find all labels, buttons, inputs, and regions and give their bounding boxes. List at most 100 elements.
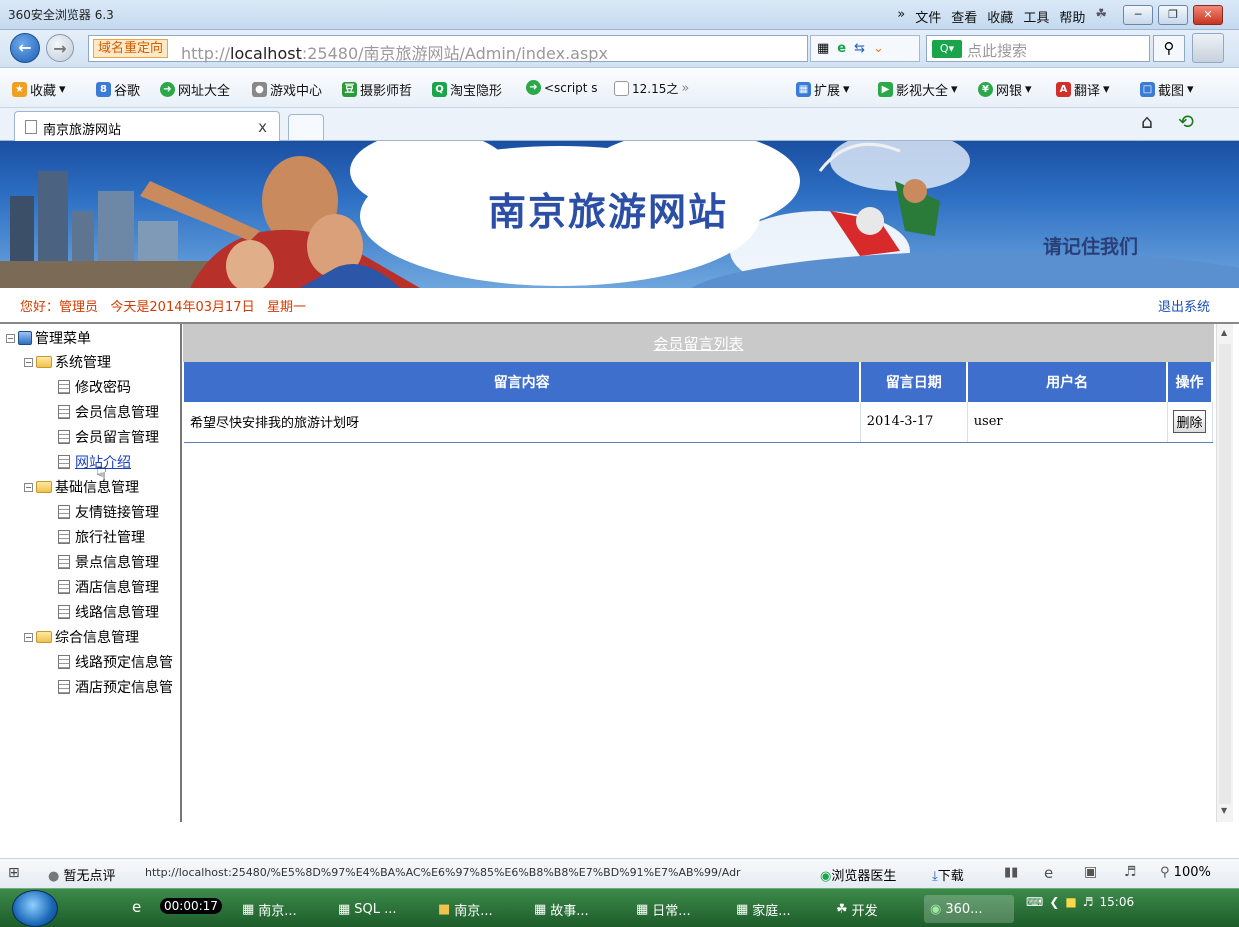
ie-icon[interactable]: e — [1044, 864, 1053, 882]
volume-icon[interactable]: ♬ — [1124, 864, 1137, 880]
delete-button[interactable]: 删除 — [1173, 410, 1206, 434]
back-button[interactable]: ← — [10, 33, 40, 63]
taskbar-item[interactable]: ▦ 故事... — [528, 895, 595, 923]
network-icon[interactable]: ■ — [1065, 895, 1076, 909]
scroll-up-icon[interactable]: ▲ — [1221, 328, 1227, 337]
search-engine-icon[interactable]: Q▾ — [932, 40, 962, 58]
menu-view[interactable]: 查看 — [951, 7, 977, 26]
tree-root[interactable]: − 管理菜单 — [6, 328, 91, 348]
volume-icon[interactable]: ♬ — [1083, 895, 1094, 909]
tree-item-agencies[interactable]: 旅行社管理 — [58, 527, 145, 547]
url-text[interactable]: http://localhost:25480/南京旅游网站/Admin/inde… — [181, 40, 608, 64]
chevron-down-icon[interactable]: ⌄ — [873, 41, 884, 56]
fav-item[interactable]: ★ 收藏 ▾ — [12, 80, 66, 99]
taskbar-item-active[interactable]: ◉ 360... — [924, 895, 1014, 923]
taskbar-item[interactable]: ▦ 南京... — [236, 895, 303, 923]
table-header-row: 留言内容 留言日期 用户名 操作 — [184, 362, 1213, 402]
tree-item-route-bookings[interactable]: 线路预定信息管 — [58, 652, 173, 672]
scroll-thumb[interactable] — [1219, 344, 1231, 804]
collapse-icon[interactable]: − — [6, 333, 15, 343]
taskbar-item[interactable]: ▦ 日常... — [630, 895, 697, 923]
swap-icon[interactable]: ⇆ — [854, 41, 865, 56]
fav-videos[interactable]: ▶ 影视大全 ▾ — [878, 80, 958, 99]
tree-item-change-password[interactable]: 修改密码 — [58, 377, 131, 397]
search-button[interactable]: ⚲ — [1153, 35, 1185, 62]
zoom-level[interactable]: ⚲ 100% — [1160, 865, 1211, 880]
fav-item[interactable]: 8 谷歌 — [96, 80, 140, 99]
search-box[interactable]: Q▾ 点此搜索 — [926, 35, 1150, 62]
list-title[interactable]: 会员留言列表 — [183, 324, 1214, 362]
close-window-button[interactable]: ✕ — [1193, 5, 1223, 25]
menu-favorites[interactable]: 收藏 — [987, 7, 1013, 26]
shirt-icon[interactable]: ☘ — [1095, 7, 1107, 26]
vertical-scrollbar[interactable]: ▲ ▼ — [1216, 324, 1233, 822]
tree-group-system[interactable]: − 系统管理 — [24, 352, 111, 372]
minimize-button[interactable]: ─ — [1123, 5, 1153, 25]
fav-item[interactable]: 豆摄影师哲 — [342, 80, 412, 99]
tree-group-comprehensive[interactable]: − 综合信息管理 — [24, 627, 139, 647]
menu-help[interactable]: 帮助 — [1059, 7, 1085, 26]
user-avatar[interactable] — [1192, 33, 1224, 63]
tree-item-links[interactable]: 友情链接管理 — [58, 502, 159, 522]
scroll-down-icon[interactable]: ▼ — [1221, 806, 1227, 815]
restore-button[interactable]: ❐ — [1158, 5, 1188, 25]
taskbar-item[interactable]: ▦ SQL ... — [332, 895, 403, 923]
qrcode-icon[interactable]: ▦ — [817, 41, 829, 56]
browser-doctor[interactable]: ◉浏览器医生 — [820, 865, 896, 884]
logout-link[interactable]: 退出系统 — [1158, 296, 1210, 315]
taskbar-item[interactable]: ▦ 家庭... — [730, 895, 797, 923]
collapse-icon[interactable]: − — [24, 482, 33, 492]
tree-item-site-intro[interactable]: 网站介绍 — [58, 452, 131, 472]
favorites-bar: ★ 收藏 ▾ 8 谷歌 ➜ 网址大全 ● 游戏中心 豆摄影师哲 Q 淘宝隐形 ➜ <scri… — [0, 68, 1239, 108]
sidebar-toggle-icon[interactable]: ⊞ — [8, 865, 20, 881]
tab-close-icon[interactable]: x — [258, 118, 267, 136]
tree-group-basic[interactable]: − 基础信息管理 — [24, 477, 139, 497]
clock[interactable]: 15:06 — [1100, 895, 1135, 909]
ie-icon[interactable]: e — [132, 898, 141, 916]
tab-active[interactable]: 南京旅游网站 x — [14, 111, 280, 141]
fav-translate[interactable]: A 翻译 ▾ — [1056, 80, 1110, 99]
menu-more[interactable]: » — [897, 7, 905, 26]
fav-item[interactable]: Q 淘宝隐形 — [432, 80, 502, 99]
menu-file[interactable]: 文件 — [915, 7, 941, 26]
fav-screenshot[interactable]: □ 截图 ▾ — [1140, 80, 1194, 99]
google-icon: 8 — [96, 82, 111, 97]
fav-item[interactable]: ➜ 网址大全 — [160, 80, 230, 99]
tree-item-member-messages[interactable]: 会员留言管理 — [58, 427, 159, 447]
undo-close-icon[interactable]: ⟲ — [1178, 111, 1194, 133]
start-button[interactable] — [12, 890, 58, 927]
tree-item-hotel-bookings[interactable]: 酒店预定信息管 — [58, 677, 173, 697]
document-icon — [58, 555, 70, 569]
collapse-icon[interactable]: − — [24, 632, 33, 642]
keyboard-icon[interactable]: ⌨ — [1026, 895, 1043, 909]
taskbar-item[interactable]: ☘ 开发 — [830, 895, 884, 923]
tree-item-routes[interactable]: 线路信息管理 — [58, 602, 159, 622]
address-bar[interactable]: 域名重定向 http://localhost:25480/南京旅游网站/Admi… — [88, 35, 808, 64]
chevron-left-icon[interactable]: ❮ — [1049, 895, 1059, 909]
window-icon[interactable]: ▣ — [1084, 864, 1097, 880]
download-button[interactable]: ⤓下载 — [932, 865, 964, 884]
pause-icon[interactable]: ▮▮ — [1004, 865, 1018, 880]
home-icon[interactable]: ⌂ — [1141, 111, 1153, 133]
ie-mode-icon[interactable]: e — [837, 41, 846, 56]
fav-bank[interactable]: ¥ 网银 ▾ — [978, 80, 1032, 99]
rating-label[interactable]: ● 暂无点评 — [48, 865, 116, 884]
fav-item[interactable]: ➜ <script s — [526, 80, 598, 95]
document-icon — [58, 455, 70, 469]
fav-item[interactable]: ● 游戏中心 — [252, 80, 322, 99]
taskbar-item[interactable]: ■ 南京... — [432, 895, 499, 923]
search-input[interactable]: 点此搜索 — [967, 40, 1027, 61]
tree-item-hotels[interactable]: 酒店信息管理 — [58, 577, 159, 597]
document-icon — [58, 405, 70, 419]
redirect-label[interactable]: 域名重定向 — [93, 39, 169, 58]
forward-button[interactable]: → — [46, 34, 74, 62]
tree-item-attractions[interactable]: 景点信息管理 — [58, 552, 159, 572]
new-tab-button[interactable] — [288, 114, 324, 140]
collapse-icon[interactable]: − — [24, 357, 33, 367]
menu-tools[interactable]: 工具 — [1023, 7, 1049, 26]
fav-item[interactable]: 12.15之 » — [614, 80, 689, 97]
address-tools: ▦ e ⇆ ⌄ — [810, 35, 920, 62]
document-icon — [58, 505, 70, 519]
fav-extensions[interactable]: ▦ 扩展 ▾ — [796, 80, 850, 99]
tree-item-member-info[interactable]: 会员信息管理 — [58, 402, 159, 422]
